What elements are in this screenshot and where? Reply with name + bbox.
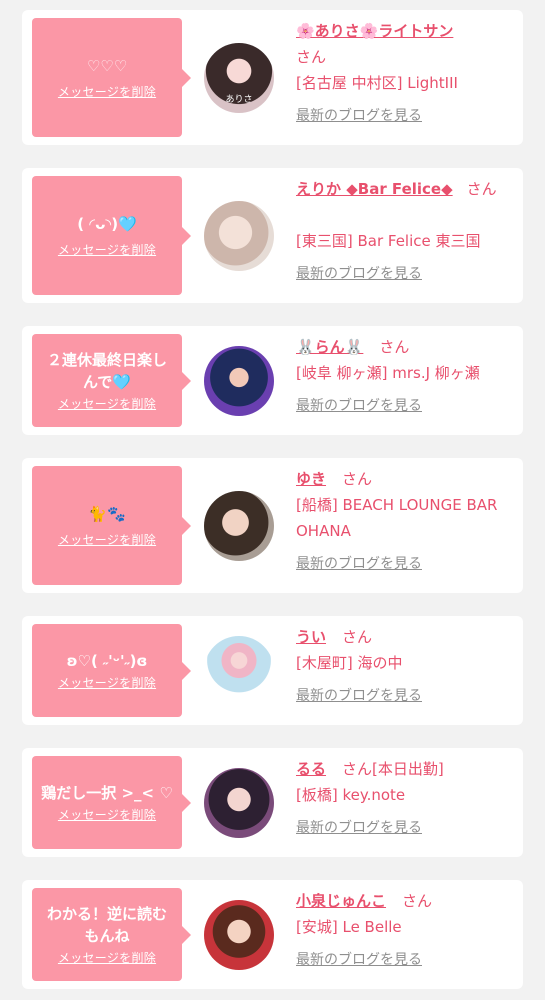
latest-blog-link[interactable]: 最新のブログを見る (296, 266, 422, 282)
status-badge: [本日出勤] (372, 760, 444, 778)
profile-info: るる さん[本日出勤] [板橋] key.note 最新のブログを見る (296, 756, 518, 841)
avatar[interactable] (204, 768, 274, 838)
message-text: わかる！逆に読むもんね (46, 905, 167, 945)
avatar[interactable]: ありさ (204, 43, 274, 113)
profile-info: 小泉じゅんこ さん [安城] Le Belle 最新のブログを見る (296, 888, 518, 973)
message-text: ( ◜ᴗ◝)🩵 (77, 215, 137, 233)
delete-message-link[interactable]: メッセージを削除 (58, 83, 156, 100)
honorific: さん (342, 760, 373, 778)
delete-message-link[interactable]: メッセージを削除 (58, 395, 156, 412)
message-text: ♡♡♡ (86, 57, 128, 75)
shop-name: [名古屋 中村区] LightIII (296, 74, 458, 92)
girl-name-link[interactable]: 小泉じゅんこ (296, 892, 386, 910)
avatar-caption: ありさ (225, 95, 253, 105)
message-bubble: ʚ♡( ˶'ᵕ'˶)ɞ メッセージを削除 (32, 624, 191, 717)
honorific: さん (296, 48, 327, 66)
honorific: さん (342, 628, 373, 646)
avatar[interactable] (204, 201, 274, 271)
honorific: さん (379, 338, 410, 356)
avatar[interactable] (204, 900, 274, 970)
message-card: ( ◜ᴗ◝)🩵 メッセージを削除 えりか ◆Bar Felice◆ さん [東三国… (22, 168, 523, 303)
message-bubble: 鶏だし一択 >_< ♡ メッセージを削除 (32, 756, 191, 849)
message-bubble: ( ◜ᴗ◝)🩵 メッセージを削除 (32, 176, 191, 295)
shop-name: [船橋] BEACH LOUNGE BAR OHANA (296, 496, 498, 540)
profile-info: えりか ◆Bar Felice◆ さん [東三国] Bar Felice 東三国 … (296, 176, 518, 287)
latest-blog-link[interactable]: 最新のブログを見る (296, 952, 422, 968)
girl-name-link[interactable]: うい (296, 628, 326, 646)
message-card: わかる！逆に読むもんね メッセージを削除 小泉じゅんこ さん [安城] Le Be… (22, 880, 523, 989)
message-card: 🐈🐾 メッセージを削除 ゆき さん [船橋] BEACH LOUNGE BAR O… (22, 458, 523, 593)
latest-blog-link[interactable]: 最新のブログを見る (296, 556, 422, 572)
profile-info: ゆき さん [船橋] BEACH LOUNGE BAR OHANA 最新のブログを… (296, 466, 518, 577)
shop-name: [岐阜 柳ヶ瀬] mrs.J 柳ヶ瀬 (296, 364, 480, 382)
profile-info: うい さん [木屋町] 海の中 最新のブログを見る (296, 624, 518, 709)
delete-message-link[interactable]: メッセージを削除 (58, 949, 156, 966)
shop-name: [安城] Le Belle (296, 918, 402, 936)
honorific: さん (342, 470, 373, 488)
message-card: ʚ♡( ˶'ᵕ'˶)ɞ メッセージを削除 うい さん [木屋町] 海の中 最新のブ… (22, 616, 523, 725)
delete-message-link[interactable]: メッセージを削除 (58, 674, 156, 691)
delete-message-link[interactable]: メッセージを削除 (58, 241, 156, 258)
message-bubble: ♡♡♡ メッセージを削除 (32, 18, 191, 137)
latest-blog-link[interactable]: 最新のブログを見る (296, 398, 422, 414)
shop-name: [板橋] key.note (296, 786, 406, 804)
message-text: 鶏だし一択 >_< ♡ (41, 784, 173, 802)
message-bubble: 🐈🐾 メッセージを削除 (32, 466, 191, 585)
avatar[interactable] (204, 491, 274, 561)
delete-message-link[interactable]: メッセージを削除 (58, 806, 156, 823)
latest-blog-link[interactable]: 最新のブログを見る (296, 820, 422, 836)
message-card: ２連休最終日楽しんで🩵 メッセージを削除 🐰らん🐰 さん [岐阜 柳ヶ瀬] mrs… (22, 326, 523, 435)
profile-info: 🐰らん🐰 さん [岐阜 柳ヶ瀬] mrs.J 柳ヶ瀬 最新のブログを見る (296, 334, 518, 419)
delete-message-link[interactable]: メッセージを削除 (58, 531, 156, 548)
avatar[interactable] (204, 636, 274, 706)
girl-name-link[interactable]: えりか ◆Bar Felice◆ (296, 180, 453, 198)
honorific: さん (466, 180, 497, 198)
avatar[interactable] (204, 346, 274, 416)
latest-blog-link[interactable]: 最新のブログを見る (296, 108, 422, 124)
girl-name-link[interactable]: 🌸ありさ🌸ライトサン (296, 22, 453, 40)
girl-name-link[interactable]: ゆき (296, 470, 326, 488)
message-text: 🐈🐾 (88, 505, 126, 523)
message-card: 鶏だし一択 >_< ♡ メッセージを削除 るる さん[本日出勤] [板橋] key… (22, 748, 523, 857)
message-text: ʚ♡( ˶'ᵕ'˶)ɞ (66, 652, 148, 670)
latest-blog-link[interactable]: 最新のブログを見る (296, 688, 422, 704)
message-text: ２連休最終日楽しんで🩵 (46, 351, 167, 391)
message-card: ♡♡♡ メッセージを削除 ありさ 🌸ありさ🌸ライトサン さん [名古屋 中村区]… (22, 10, 523, 145)
message-bubble: わかる！逆に読むもんね メッセージを削除 (32, 888, 191, 981)
girl-name-link[interactable]: るる (296, 760, 326, 778)
honorific: さん (402, 892, 433, 910)
message-bubble: ２連休最終日楽しんで🩵 メッセージを削除 (32, 334, 191, 427)
shop-name: [東三国] Bar Felice 東三国 (296, 232, 481, 250)
shop-name: [木屋町] 海の中 (296, 654, 403, 672)
profile-info: 🌸ありさ🌸ライトサン さん [名古屋 中村区] LightIII 最新のブログを… (296, 18, 518, 129)
girl-name-link[interactable]: 🐰らん🐰 (296, 338, 363, 356)
